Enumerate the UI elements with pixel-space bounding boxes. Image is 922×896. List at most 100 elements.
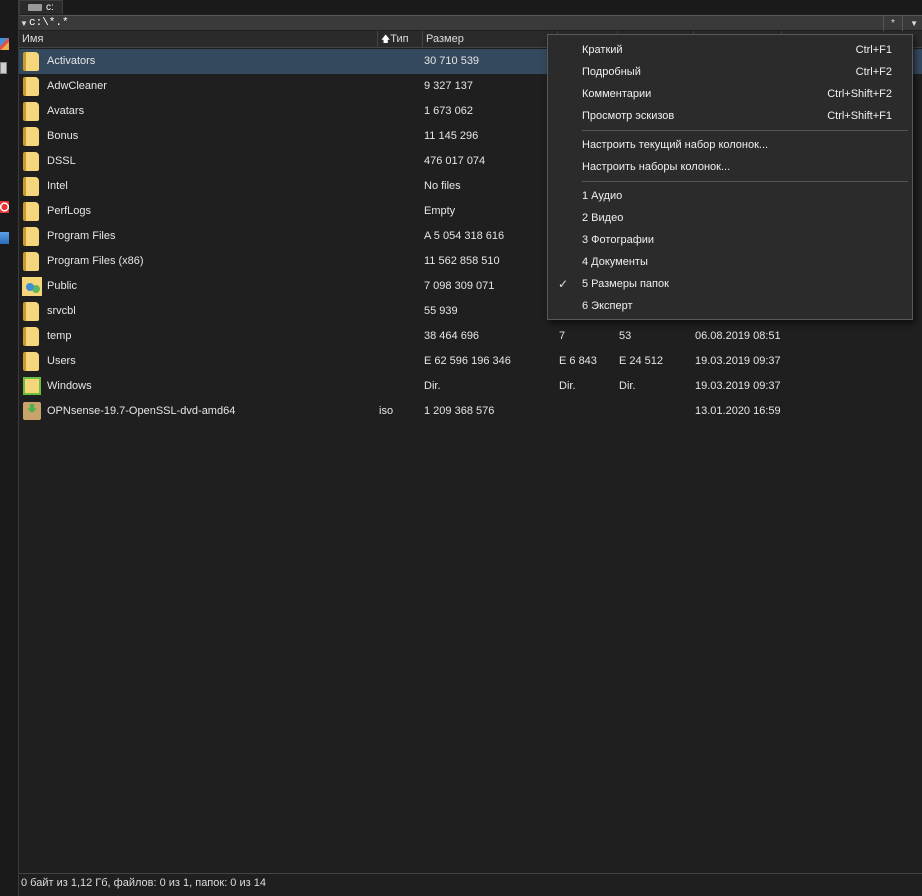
- file-name: Users: [47, 355, 76, 367]
- drive-icon: [28, 4, 42, 11]
- left-toolbar-strip: [0, 0, 19, 896]
- menu-item-shortcut: Ctrl+Shift+F1: [827, 110, 892, 122]
- folder-icon: [23, 327, 39, 346]
- file-row[interactable]: OPNsense-19.7-OpenSSL-dvd-amd64 iso 1 209 …: [19, 399, 922, 424]
- folder-icon: [23, 227, 39, 246]
- file-size: Empty: [424, 205, 456, 217]
- history-dropdown-icon[interactable]: ▼: [19, 19, 29, 28]
- file-row[interactable]: temp 38 464 696 7 53 06.08.2019 08:51: [19, 324, 922, 349]
- window-icon[interactable]: [0, 232, 9, 244]
- file-date: 19.03.2019 09:37: [695, 380, 781, 392]
- file-size: 1 673 062: [424, 105, 473, 117]
- menu-item-label: 4 Документы: [582, 256, 648, 268]
- menu-item-shortcut: Ctrl+F1: [855, 44, 892, 56]
- file-size: 11 145 296: [424, 130, 479, 142]
- public-folder-icon: [22, 277, 42, 296]
- dir-count: 53: [619, 330, 632, 342]
- menu-item-label: Подробный: [582, 66, 641, 78]
- file-size: A 5 054 318 616: [424, 230, 505, 242]
- file-name: Program Files (x86): [47, 255, 144, 267]
- menu-item-label: Краткий: [582, 44, 623, 56]
- menu-separator: [582, 181, 908, 182]
- file-size: 38 464 696: [424, 330, 480, 342]
- file-size: No files: [424, 180, 461, 192]
- file-size: Dir.: [424, 380, 441, 392]
- file-size: 11 562 858 510: [424, 255, 500, 267]
- file-name: Intel: [47, 180, 68, 192]
- menu-item-label: Настроить текущий набор колонок...: [582, 139, 769, 151]
- file-count: 7: [559, 330, 566, 342]
- folder-icon: [23, 77, 39, 96]
- document-icon[interactable]: [0, 62, 7, 74]
- iso-file-icon: [23, 402, 41, 420]
- file-row[interactable]: Windows Dir. Dir. Dir. 19.03.2019 09:37: [19, 374, 922, 399]
- filter-dropdown-icon[interactable]: ▼: [910, 16, 918, 31]
- windows-folder-icon: [23, 377, 41, 395]
- menu-separator: [582, 130, 908, 131]
- menu-item-label: Комментарии: [582, 88, 652, 100]
- menu-item-shortcut: Ctrl+F2: [855, 66, 892, 78]
- dir-count: Dir.: [619, 380, 636, 392]
- column-size-header[interactable]: Размер: [423, 31, 558, 48]
- dir-count: E 24 512: [619, 355, 664, 367]
- menu-item-label: Просмотр эскизов: [582, 110, 675, 122]
- column-type-header[interactable]: 🡅Тип: [378, 31, 423, 48]
- folder-icon: [23, 52, 39, 71]
- file-count: E 6 843: [559, 355, 597, 367]
- menu-item-label: 5 Размеры папок: [582, 278, 669, 290]
- menu-item[interactable]: 6 Эксперт: [548, 295, 912, 317]
- file-name: Avatars: [47, 105, 85, 117]
- menu-item-label: 2 Видео: [582, 212, 624, 224]
- file-name: PerfLogs: [47, 205, 92, 217]
- menu-item-label: 6 Эксперт: [582, 300, 633, 312]
- drive-tab-label: c:: [46, 2, 54, 13]
- file-size: 1 209 368 576: [424, 405, 495, 417]
- file-name: Activators: [47, 55, 96, 67]
- file-date: 19.03.2019 09:37: [695, 355, 781, 367]
- column-type-label: Тип: [390, 33, 409, 45]
- folder-icon: [23, 252, 39, 271]
- folder-icon: [23, 127, 39, 146]
- menu-item-label: Настроить наборы колонок...: [582, 161, 731, 173]
- no-entry-icon[interactable]: [0, 201, 9, 213]
- folder-icon: [23, 152, 39, 171]
- file-name: srvcbl: [47, 305, 76, 317]
- file-name: Program Files: [47, 230, 116, 242]
- menu-item[interactable]: Просмотр эскизов Ctrl+Shift+F1: [548, 105, 912, 127]
- menu-item-shortcut: Ctrl+Shift+F2: [827, 88, 892, 100]
- file-name: OPNsense-19.7-OpenSSL-dvd-amd64: [47, 405, 236, 417]
- menu-item[interactable]: ✓ 5 Размеры папок: [548, 273, 912, 295]
- file-size: E 62 596 196 346: [424, 355, 511, 367]
- app-icon[interactable]: [0, 38, 9, 50]
- menu-item[interactable]: 2 Видео: [548, 207, 912, 229]
- file-date: 06.08.2019 08:51: [695, 330, 781, 342]
- folder-icon: [23, 352, 39, 371]
- drive-tab[interactable]: c:: [19, 0, 63, 14]
- file-name: Public: [47, 280, 77, 292]
- file-size: 7 098 309 071: [424, 280, 495, 292]
- menu-item[interactable]: Настроить наборы колонок...: [548, 156, 912, 178]
- path-text: c:\*.*: [29, 17, 69, 29]
- column-name-header[interactable]: Имя: [19, 31, 378, 48]
- menu-item[interactable]: 4 Документы: [548, 251, 912, 273]
- menu-item[interactable]: 1 Аудио: [548, 185, 912, 207]
- filter-button[interactable]: *: [883, 16, 903, 31]
- file-name: Bonus: [47, 130, 79, 142]
- file-name: temp: [47, 330, 72, 342]
- folder-icon: [23, 302, 39, 321]
- menu-item[interactable]: Подробный Ctrl+F2: [548, 61, 912, 83]
- menu-item[interactable]: Краткий Ctrl+F1: [548, 39, 912, 61]
- folder-icon: [23, 177, 39, 196]
- file-size: 476 017 074: [424, 155, 486, 167]
- menu-item[interactable]: 3 Фотографии: [548, 229, 912, 251]
- file-size: 55 939: [424, 305, 458, 317]
- folder-icon: [23, 102, 39, 121]
- path-bar[interactable]: ▼ c:\*.* * ▼: [19, 15, 922, 31]
- file-name: AdwCleaner: [47, 80, 107, 92]
- menu-item[interactable]: Настроить текущий набор колонок...: [548, 134, 912, 156]
- file-size: 9 327 137: [424, 80, 473, 92]
- status-bar: 0 байт из 1,12 Гб, файлов: 0 из 1, папок…: [19, 873, 922, 892]
- menu-item[interactable]: Комментарии Ctrl+Shift+F2: [548, 83, 912, 105]
- file-row[interactable]: Users E 62 596 196 346 E 6 843 E 24 512 19.0…: [19, 349, 922, 374]
- menu-item-label: 1 Аудио: [582, 190, 623, 202]
